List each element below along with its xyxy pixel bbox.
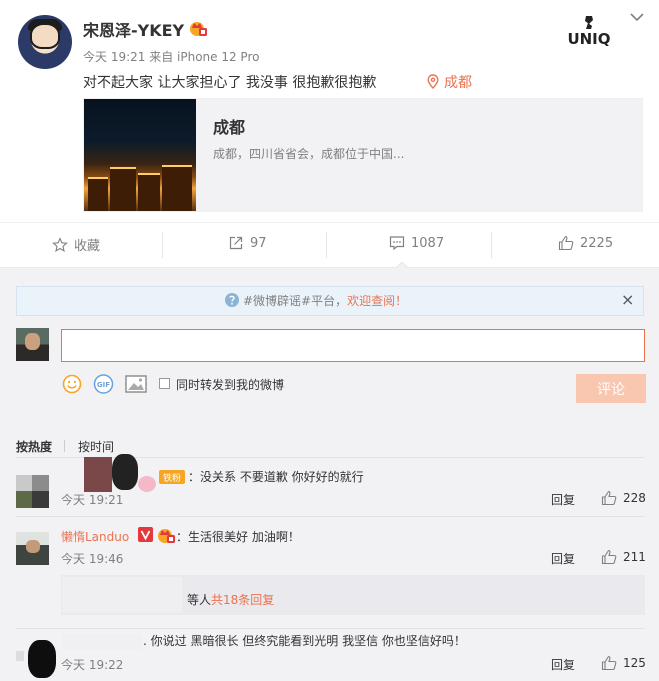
thumbs-up-icon — [601, 549, 617, 565]
comment-icon — [389, 236, 405, 251]
comment-like-count: 228 — [623, 491, 646, 505]
comment-like-count: 211 — [623, 550, 646, 564]
reply-button[interactable]: 回复 — [551, 550, 575, 567]
sort-by-time[interactable]: 按时间 — [78, 438, 114, 455]
commenter-name-redacted — [112, 454, 138, 490]
active-tab-arrow-icon — [395, 262, 409, 269]
card-image — [84, 99, 196, 211]
share-icon — [229, 236, 243, 250]
comment-divider — [16, 628, 644, 629]
crown-badge-icon — [190, 22, 207, 36]
commenter-avatar[interactable] — [28, 640, 56, 678]
comment-text: . 你说过 黑暗很长 但终究能看到光明 我坚信 你也坚信好吗！ — [143, 634, 466, 648]
logo-text: UNIQ — [567, 30, 610, 46]
comment-time: 今天 19:21 — [61, 493, 124, 507]
thumbs-up-icon — [558, 235, 574, 251]
comment-text: ：生活很美好 加油啊！ — [176, 530, 300, 544]
avatar-face — [30, 23, 60, 49]
submit-comment-button[interactable]: 评论 — [576, 374, 646, 403]
crown-badge-icon — [158, 529, 175, 543]
repost-button[interactable]: 97 — [228, 235, 267, 251]
commenter-name-redacted — [84, 457, 112, 492]
gif-label: GIF — [97, 381, 110, 389]
lightbulb-icon — [225, 293, 239, 307]
comment-like-count: 125 — [623, 656, 646, 670]
repost-checkbox-label: 同时转发到我的微博 — [176, 378, 285, 392]
thumbs-up-icon — [601, 490, 617, 506]
avatar-face — [25, 333, 40, 350]
sub-reply-summary: 等人共18条回复 — [187, 591, 274, 608]
comment-divider — [16, 516, 644, 517]
sort-divider — [64, 440, 65, 452]
repost-checkbox[interactable] — [159, 378, 170, 389]
author-avatar[interactable] — [18, 15, 72, 69]
star-icon — [52, 236, 68, 252]
image-icon[interactable] — [125, 375, 147, 393]
notice-text: #微博辟谣#平台，欢迎查阅！ — [243, 292, 407, 309]
author-name[interactable]: 宋恩泽-YKEY — [83, 17, 184, 41]
commenter-name-redacted — [62, 634, 142, 650]
comment-like-button[interactable]: 211 — [601, 549, 646, 565]
verified-v-icon — [138, 527, 153, 542]
location-link[interactable]: 成都 — [444, 72, 472, 92]
reply-button[interactable]: 回复 — [551, 491, 575, 508]
comment-text: ：没关系 不要道歉 你好好的就行 — [188, 470, 364, 484]
reply-button[interactable]: 回复 — [551, 656, 575, 673]
sort-by-hot[interactable]: 按热度 — [16, 438, 52, 455]
notice-link[interactable]: 欢迎查阅！ — [347, 294, 407, 308]
commenter-avatar[interactable] — [16, 475, 49, 508]
sub-reply-prefix: 等人 — [187, 593, 212, 607]
favorite-button[interactable]: 收藏 — [52, 235, 100, 254]
commenter-avatar-redacted — [16, 651, 24, 661]
post-text: 对不起大家 让大家担心了 我没事 很抱歉很抱歉 — [83, 75, 377, 91]
emoji-icon[interactable] — [62, 374, 82, 394]
action-divider — [491, 232, 492, 258]
action-divider — [162, 232, 163, 258]
comment-like-button[interactable]: 125 — [601, 655, 646, 671]
fan-badge: 铁粉 — [159, 470, 185, 484]
repost-count: 97 — [250, 235, 267, 251]
comment-time: 今天 19:22 — [61, 658, 124, 672]
notice-prefix: #微博辟谣#平台， — [243, 294, 348, 308]
favorite-label: 收藏 — [74, 239, 101, 254]
close-icon[interactable]: × — [621, 290, 634, 309]
post-meta: 今天 19:21 来自 iPhone 12 Pro — [83, 50, 260, 64]
comment-like-button[interactable]: 228 — [601, 490, 646, 506]
comment-count: 1087 — [411, 235, 445, 251]
current-user-avatar[interactable] — [16, 328, 49, 361]
card-title[interactable]: 成都 — [213, 114, 245, 138]
uniq-logo: UNIQ — [567, 16, 611, 46]
commenter-name-redacted — [138, 476, 156, 492]
chevron-down-icon[interactable] — [630, 12, 644, 22]
card-description: 成都，四川省省会，成都位于中国... — [213, 147, 405, 161]
comment-button[interactable]: 1087 — [389, 235, 444, 251]
like-button[interactable]: 2225 — [558, 235, 613, 251]
comment-input[interactable] — [61, 329, 645, 362]
commenter-name[interactable]: 懒惰Landuo — [61, 528, 129, 545]
sub-reply-names-redacted — [62, 577, 182, 613]
sub-reply-link[interactable]: 共18条回复 — [211, 593, 274, 607]
location-pin-icon — [427, 74, 439, 89]
gif-icon[interactable]: GIF — [93, 374, 114, 394]
like-count: 2225 — [580, 235, 614, 251]
comment-time: 今天 19:46 — [61, 552, 124, 566]
action-divider — [326, 232, 327, 258]
thumbs-up-icon — [601, 655, 617, 671]
commenter-avatar[interactable] — [16, 532, 49, 565]
